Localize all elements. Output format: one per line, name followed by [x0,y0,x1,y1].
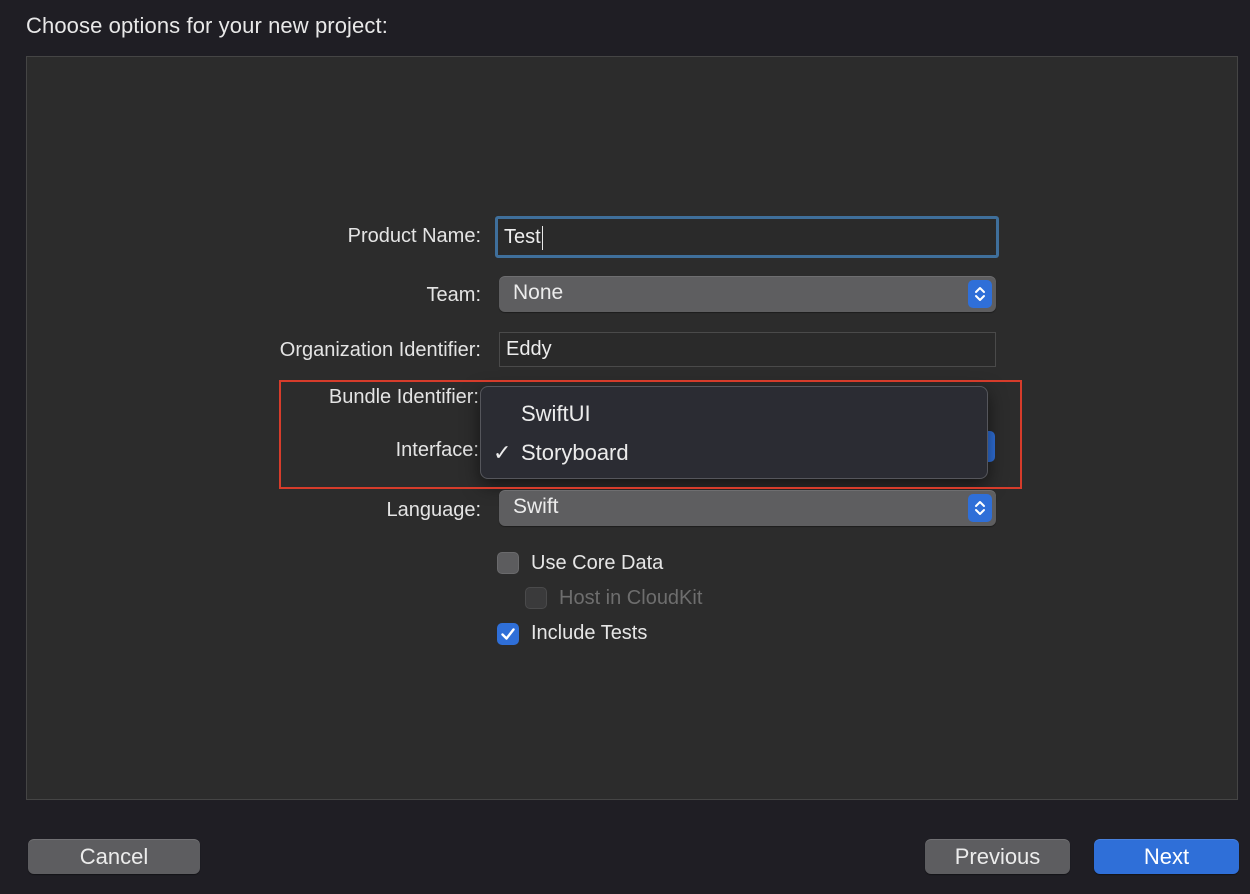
product-name-label: Product Name: [347,225,481,247]
checkmark-icon [501,628,515,640]
team-value: None [513,281,564,304]
interface-label: Interface: [395,439,479,461]
cancel-button[interactable]: Cancel [28,839,200,874]
host-in-cloudkit-checkbox[interactable] [525,587,547,609]
text-caret [541,225,543,250]
use-core-data-checkbox[interactable] [497,552,519,574]
host-in-cloudkit-label: Host in CloudKit [559,587,703,609]
product-name-field[interactable]: Test [495,216,999,258]
menu-item-storyboard[interactable]: ✓ Storyboard [481,434,987,472]
organization-identifier-label: Organization Identifier: [279,339,481,361]
menu-item-label: Storyboard [521,440,629,465]
page-title: Choose options for your new project: [26,13,388,38]
language-value: Swift [513,495,559,518]
menu-item-swiftui[interactable]: SwiftUI [481,395,987,433]
organization-identifier-value: Eddy [506,338,552,360]
previous-button[interactable]: Previous [925,839,1070,874]
team-label: Team: [426,284,481,306]
chevron-up-down-icon [968,494,992,522]
organization-identifier-field[interactable]: Eddy [499,332,996,367]
next-button[interactable]: Next [1094,839,1239,874]
language-label: Language: [386,499,481,521]
bundle-identifier-label: Bundle Identifier: [328,386,479,408]
include-tests-label: Include Tests [531,622,648,644]
product-name-value: Test [504,226,541,248]
interface-menu: SwiftUI ✓ Storyboard [480,386,988,479]
new-project-dialog: Choose options for your new project: Pro… [0,0,1250,894]
team-popup[interactable]: None [499,276,996,312]
use-core-data-label: Use Core Data [531,552,664,574]
checkmark-icon: ✓ [493,440,512,465]
language-popup[interactable]: Swift [499,490,996,526]
menu-item-label: SwiftUI [521,401,591,426]
chevron-up-down-icon [968,280,992,308]
include-tests-checkbox[interactable] [497,623,519,645]
